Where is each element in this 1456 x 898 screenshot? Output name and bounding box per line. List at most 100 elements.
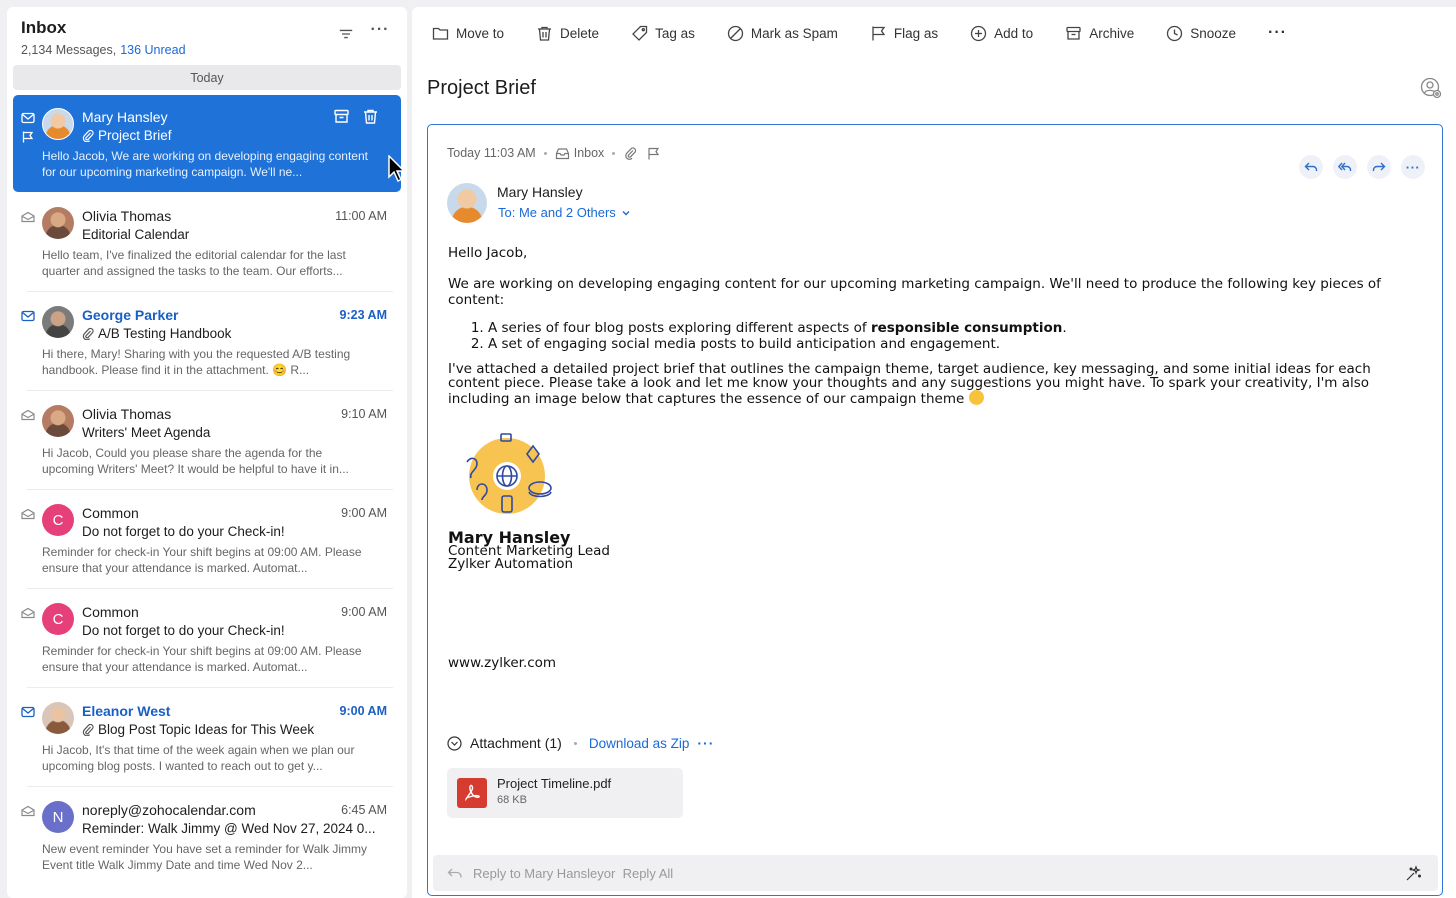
- collapse-chevron-icon[interactable]: [447, 735, 462, 751]
- add-to-button[interactable]: Add to: [970, 25, 1033, 42]
- campaign-theme-image[interactable]: [461, 432, 553, 520]
- unread-status-icon[interactable]: [21, 705, 35, 718]
- attachments-header: Attachment (1) Download as Zip ···: [447, 735, 714, 751]
- snippet: Hello team, I've finalized the editorial…: [42, 248, 346, 278]
- flag-icon[interactable]: [21, 130, 35, 143]
- list-item[interactable]: Olivia Thomas 11:00 AM Editorial Calenda…: [13, 194, 401, 292]
- snooze-button[interactable]: Snooze: [1166, 25, 1236, 42]
- archive-button[interactable]: Archive: [1065, 25, 1134, 42]
- unread-count-link[interactable]: 136 Unread: [120, 43, 185, 57]
- list-more-icon[interactable]: ···: [371, 21, 389, 39]
- read-status-icon[interactable]: [21, 210, 35, 223]
- forward-icon[interactable]: [1367, 155, 1391, 179]
- list-header: Inbox 2,134 Messages, 136 Unread ···: [7, 7, 407, 65]
- download-zip-link[interactable]: Download as Zip: [589, 736, 690, 751]
- read-status-icon[interactable]: [21, 408, 35, 421]
- sender-name[interactable]: Mary Hansley: [497, 184, 583, 200]
- delete-button[interactable]: Delete: [536, 25, 599, 42]
- quick-reply-bar[interactable]: Reply to Mary Hansleyor Reply All: [433, 855, 1438, 891]
- reading-pane: Move to Delete Tag as Mark as Spam Flag …: [412, 7, 1456, 898]
- message-card: Today 11:03 AM Inbox ··· Mary Hansley To…: [427, 124, 1443, 896]
- subject: Do not forget to do your Check-in!: [82, 623, 285, 638]
- separator-dot: [612, 151, 616, 155]
- avatar: [42, 306, 74, 338]
- read-status-icon[interactable]: [21, 111, 35, 124]
- divider: [27, 489, 393, 490]
- unread-status-icon[interactable]: [21, 309, 35, 322]
- sender-avatar[interactable]: [447, 183, 487, 223]
- subject: Blog Post Topic Ideas for This Week: [82, 722, 314, 737]
- inbox-icon: [555, 147, 569, 159]
- subject-text: Do not forget to do your Check-in!: [82, 524, 285, 539]
- tag-as-button[interactable]: Tag as: [631, 25, 695, 42]
- avatar: N: [42, 801, 74, 833]
- folder-link[interactable]: Inbox: [555, 146, 604, 160]
- attachment-icon: [82, 723, 94, 737]
- tag-icon: [632, 25, 648, 41]
- divider: [27, 786, 393, 787]
- read-status-icon[interactable]: [21, 507, 35, 520]
- recipients-toggle[interactable]: To: Me and 2 Others: [498, 205, 631, 220]
- received-time: 9:23 AM: [339, 308, 387, 322]
- message-count: 2,134 Messages, 136 Unread: [21, 43, 407, 57]
- reply-to-sender-link[interactable]: Reply to Mary Hansley: [473, 866, 604, 881]
- separator-dot: [573, 741, 577, 745]
- list-item[interactable]: N noreply@zohocalendar.com 6:45 AM Remin…: [13, 788, 401, 885]
- signature-website[interactable]: www.zylker.com: [448, 655, 556, 671]
- attachment-file[interactable]: Project Timeline.pdf 68 KB: [447, 768, 683, 818]
- list-item[interactable]: Olivia Thomas 9:10 AM Writers' Meet Agen…: [13, 392, 401, 490]
- received-time: 9:10 AM: [341, 407, 387, 421]
- flag-as-button[interactable]: Flag as: [870, 25, 938, 42]
- received-time: 11:00 AM: [335, 209, 387, 223]
- divider: [27, 687, 393, 688]
- list-item[interactable]: George Parker 9:23 AM A/B Testing Handbo…: [13, 293, 401, 391]
- attachment-icon: [82, 327, 94, 341]
- plus-circle-icon: [971, 25, 987, 41]
- subject-text: A/B Testing Handbook: [98, 326, 232, 341]
- mark-spam-button[interactable]: Mark as Spam: [727, 25, 838, 42]
- attachment-icon: [82, 129, 94, 143]
- snippet: Reminder for check-in Your shift begins …: [42, 644, 362, 674]
- mail-list-panel: Inbox 2,134 Messages, 136 Unread ··· Toda…: [7, 7, 407, 898]
- message-meta: Today 11:03 AM Inbox: [447, 146, 661, 160]
- subject-text: Editorial Calendar: [82, 227, 190, 242]
- reply-all-link[interactable]: Reply All: [623, 866, 674, 881]
- attachments-label: Attachment (1): [470, 735, 562, 751]
- message-more-icon[interactable]: ···: [1401, 155, 1425, 179]
- archive-icon[interactable]: [333, 108, 350, 125]
- list-item[interactable]: C Common 9:00 AM Do not forget to do you…: [13, 590, 401, 688]
- sender-name: George Parker: [82, 307, 179, 323]
- list-item[interactable]: C Common 9:00 AM Do not forget to do you…: [13, 491, 401, 589]
- trash-icon: [538, 26, 552, 41]
- subject: Writers' Meet Agenda: [82, 425, 210, 440]
- reply-all-icon[interactable]: [1333, 155, 1357, 179]
- list-item[interactable]: Eleanor West 9:00 AM Blog Post Topic Ide…: [13, 689, 401, 787]
- contact-settings-icon[interactable]: [1420, 77, 1442, 99]
- attachment-more-icon[interactable]: ···: [697, 735, 714, 751]
- paperclip-icon[interactable]: [623, 146, 638, 160]
- pdf-file-icon: [457, 778, 487, 808]
- snippet: Hello Jacob, We are working on developin…: [42, 149, 368, 179]
- message-body: Hello Jacob, We are working on developin…: [448, 245, 1428, 407]
- sender-name: Mary Hansley: [82, 109, 168, 125]
- flag-icon[interactable]: [646, 147, 661, 160]
- snippet: Hi there, Mary! Sharing with you the req…: [42, 347, 351, 377]
- avatar: [42, 702, 74, 734]
- read-status-icon[interactable]: [21, 804, 35, 817]
- move-to-button[interactable]: Move to: [432, 25, 504, 42]
- divider: [27, 390, 393, 391]
- toolbar-more-icon[interactable]: ···: [1268, 24, 1287, 42]
- received-time: 9:00 AM: [341, 605, 387, 619]
- ai-sparkle-icon[interactable]: [1405, 865, 1422, 882]
- signature-company: Zylker Automation: [448, 556, 574, 572]
- spam-icon: [727, 25, 743, 41]
- greeting: Hello Jacob,: [448, 245, 528, 261]
- reply-icon[interactable]: [1299, 155, 1323, 179]
- filter-icon[interactable]: [337, 25, 355, 43]
- subject: A/B Testing Handbook: [82, 326, 231, 341]
- trash-icon[interactable]: [362, 108, 379, 125]
- delete-label: Delete: [560, 25, 600, 41]
- list-item-selected[interactable]: Mary Hansley Project Brief Hello Jacob, …: [13, 95, 406, 192]
- received-time: 6:45 AM: [341, 803, 387, 817]
- read-status-icon[interactable]: [21, 606, 35, 619]
